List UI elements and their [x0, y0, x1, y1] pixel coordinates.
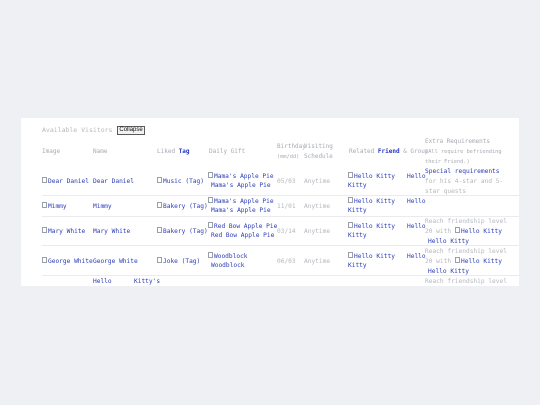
group-link[interactable]: Hello — [407, 197, 426, 207]
requirement-text: Reach friendship level — [425, 278, 507, 285]
visitor-name-link[interactable]: Mimmy — [93, 202, 112, 212]
header-visiting: Visiting — [304, 143, 333, 150]
birthday-value: 05/03 — [277, 178, 296, 185]
friend-image: Hello Kitty — [455, 257, 502, 267]
header-name: Name — [93, 148, 108, 155]
tag-link[interactable]: Music (Tag) — [157, 177, 204, 187]
tag-link[interactable]: Bakery (Tag) — [157, 227, 208, 237]
row-divider — [42, 245, 519, 246]
birthday-value: 03/14 — [277, 228, 296, 235]
friend-link[interactable]: Kitty — [348, 261, 367, 271]
visitor-image: Dear Daniel — [42, 177, 89, 187]
header-birthday-format: (mm/dd) — [277, 154, 300, 160]
row-image: Mary White — [42, 227, 85, 237]
visitor-image: Mary White — [42, 227, 85, 237]
visitor-image: Mimmy — [42, 202, 67, 212]
gift-link[interactable]: Mama's Apple Pie — [211, 181, 271, 191]
requirement-text: Reach friendship level — [425, 218, 507, 225]
header-extra-note-1: (All require befriending — [425, 149, 502, 155]
visitors-header: Available Visitors Collapse — [42, 126, 145, 135]
header-birthday: Birthday — [277, 143, 306, 150]
friend-link[interactable]: Kitty — [348, 206, 367, 216]
schedule-value: Anytime — [304, 258, 331, 265]
visitors-title: Available Visitors — [42, 126, 113, 134]
visitor-image: George White — [42, 257, 93, 267]
birthday-value: 06/03 — [277, 258, 296, 265]
tag-image: Bakery (Tag) — [157, 202, 208, 212]
visitor-name-link[interactable]: Dear Daniel — [93, 177, 134, 187]
requirement-text: 20 with — [425, 228, 452, 235]
tag-image: Music (Tag) — [157, 177, 204, 187]
requirement-text: for his 4-star and 5- — [425, 178, 504, 185]
row-image: Mimmy — [42, 202, 67, 212]
header-image: Image — [42, 148, 61, 155]
visitor-name-link[interactable]: George White — [93, 257, 138, 267]
header-daily-gift: Daily Gift — [209, 148, 246, 155]
row-image: Dear Daniel — [42, 177, 89, 187]
tag-link[interactable]: Bakery (Tag) — [157, 202, 208, 212]
group-link[interactable]: Hello — [407, 172, 426, 182]
friend-link[interactable]: Kitty — [348, 181, 367, 191]
gift-link[interactable]: Woodblock — [211, 261, 245, 271]
header-extra-note-2: their Friend.) — [425, 159, 470, 165]
header-liked-tag: Liked Tag — [157, 148, 190, 155]
gift-link[interactable]: Red Bow Apple Pie — [211, 231, 274, 241]
schedule-value: Anytime — [304, 228, 331, 235]
requirement-text: Reach friendship level — [425, 248, 507, 255]
header-extra-requirements: Extra Requirements — [425, 138, 491, 145]
tag-image: Bakery (Tag) — [157, 227, 208, 237]
tag-link[interactable]: Joke (Tag) — [157, 257, 200, 267]
group-link[interactable]: Hello — [407, 252, 426, 262]
requirement-text: 20 with — [425, 258, 452, 265]
row-image: George White — [42, 257, 93, 267]
header-schedule: Schedule — [304, 153, 333, 160]
gift-link[interactable]: Mama's Apple Pie — [211, 206, 271, 216]
visitors-panel: Available Visitors Collapse Image Name L… — [21, 118, 519, 286]
collapse-button[interactable]: Collapse — [117, 126, 145, 135]
visitor-name-link[interactable]: Hello — [93, 277, 112, 286]
group-link[interactable]: Hello — [407, 222, 426, 232]
row-divider — [42, 195, 519, 196]
schedule-value: Anytime — [304, 203, 331, 210]
friend-image: Hello Kitty — [455, 227, 502, 237]
row-divider — [42, 275, 519, 276]
visitor-name-link[interactable]: Mary White — [93, 227, 130, 237]
friend-link[interactable]: Kitty — [348, 231, 367, 241]
header-related-friend-group: Related Friend & Group — [349, 148, 429, 155]
birthday-value: 11/01 — [277, 203, 296, 210]
schedule-value: Anytime — [304, 178, 331, 185]
visitor-name-link[interactable]: Kitty's — [134, 277, 160, 286]
requirement-link[interactable]: Special requirements — [425, 167, 500, 177]
tag-image: Joke (Tag) — [157, 257, 200, 267]
